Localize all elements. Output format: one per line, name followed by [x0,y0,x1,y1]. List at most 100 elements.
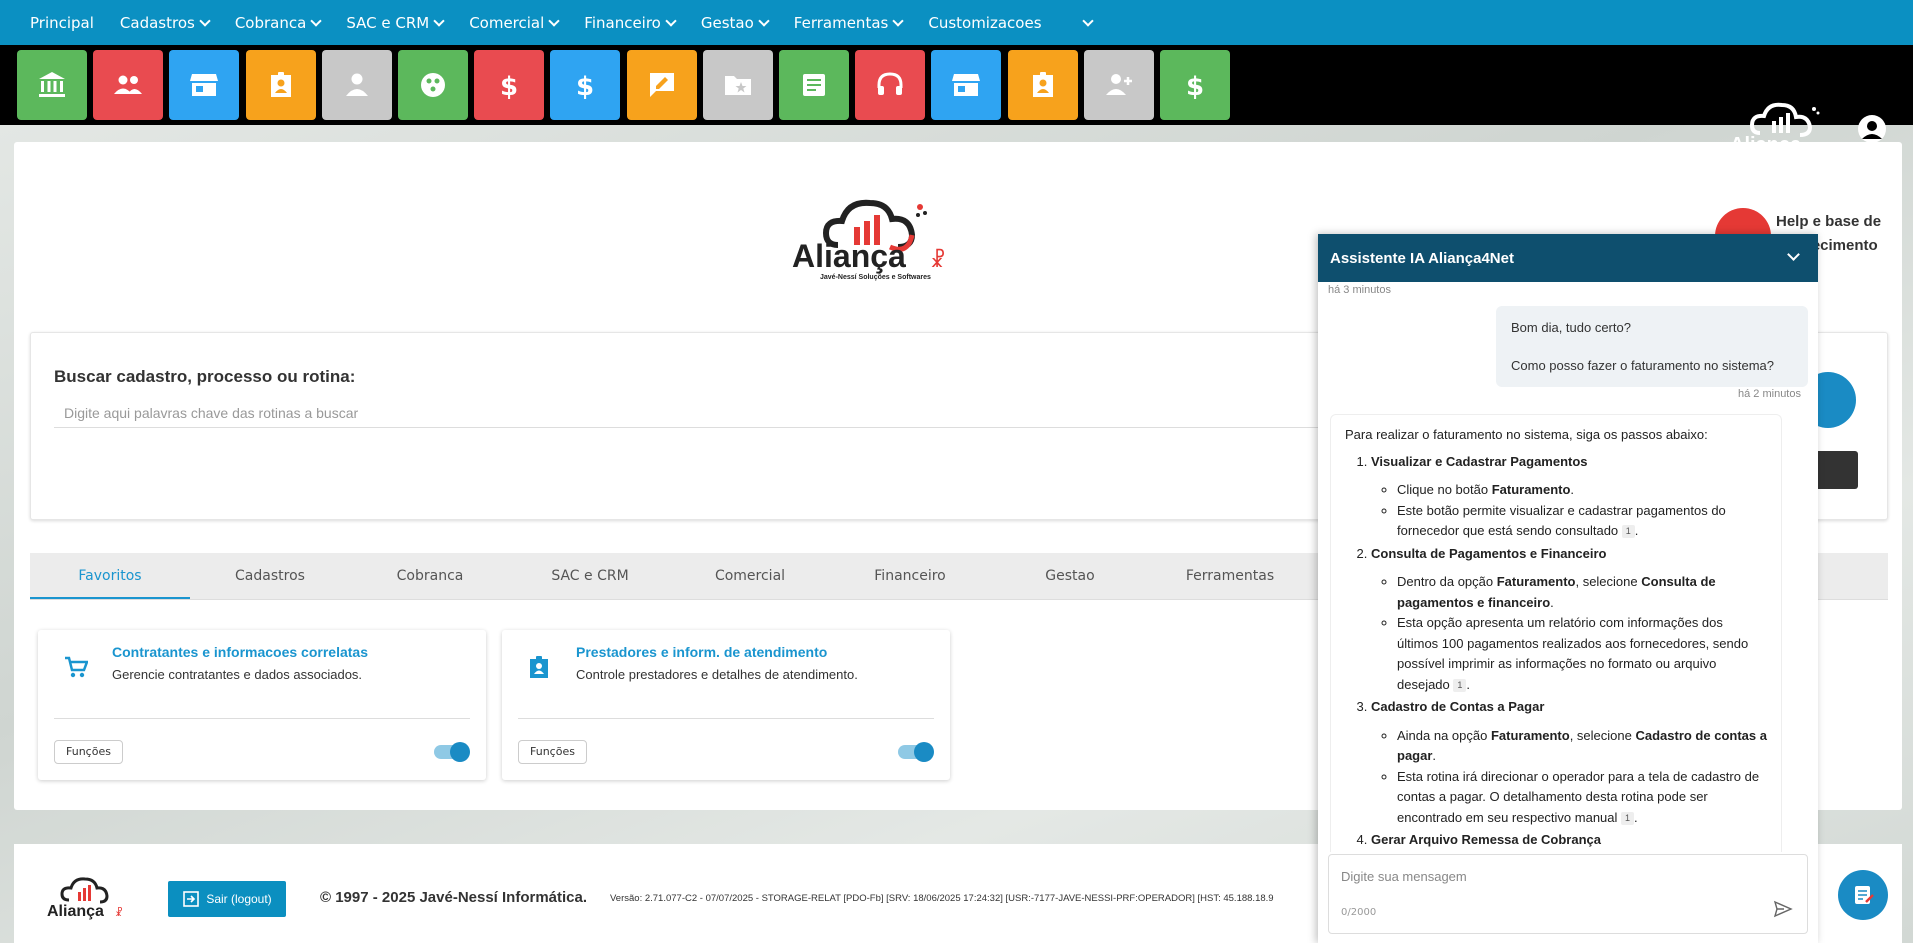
search-title: Buscar cadastro, processo ou rotina: [54,367,356,386]
nav-item-label: Gestao [700,13,754,32]
detail-bold: Faturamento [1491,482,1571,497]
shortcut-tile-hub[interactable] [398,50,468,120]
nav-item-cobranca[interactable]: Cobranca [234,13,322,32]
favorite-description: Controle prestadores e detalhes de atend… [576,667,858,682]
tab-favoritos[interactable]: Favoritos [30,553,190,599]
shortcut-tile-dollar[interactable]: $ [550,50,621,120]
favorite-toggle[interactable] [898,742,934,762]
reference-badge[interactable]: 1 [1621,525,1635,539]
tab-comercial[interactable]: Comercial [670,553,830,599]
main-logo-tagline: Javé-Nessí Soluções e Softwares [820,274,931,281]
favorite-description: Gerencie contratantes e dados associados… [112,667,363,682]
nav-item-principal[interactable]: Principal [30,14,94,32]
nav-item-label: Financeiro [584,13,661,32]
user-message-line: Como posso fazer o faturamento no sistem… [1511,358,1775,373]
favorite-card: Prestadores e inform. de atendimento Cont… [502,630,950,780]
detail-text: . [1466,676,1471,692]
shortcut-tile-folder-star[interactable] [702,50,773,120]
divider [518,718,934,719]
shortcut-tile-article[interactable] [779,50,849,120]
shortcut-tile-badge[interactable] [245,50,316,120]
functions-button[interactable]: Funções [54,740,123,764]
reference-badge[interactable]: 1 [1621,811,1635,825]
favorite-card: Contratantes e informacoes correlatas Ger… [38,630,486,780]
step-title: Gerar Arquivo Remessa de Cobrança [1371,832,1601,847]
svg-text:$: $ [1186,72,1204,102]
copyright: © 1997 - 2025 Javé-Nessí Informática. [320,889,588,906]
nav-item-cadastros[interactable]: Cadastros [119,13,211,32]
nav-item-ferramentas[interactable]: Ferramentas [794,14,905,32]
bank-icon [39,72,65,97]
collapse-chevron-icon[interactable] [1787,248,1800,261]
badge-icon [270,72,291,97]
nav-item-sac-e-crm[interactable]: SAC e CRM [346,14,445,32]
person-icon [345,73,368,96]
user-message-line: Bom dia, tudo certo? [1511,320,1631,335]
shortcut-tile-dollar[interactable]: $ [1160,50,1230,120]
chevron-down-icon [548,14,560,27]
svg-text:$: $ [576,72,594,102]
step-title: Consulta de Pagamentos e Financeiro [1371,545,1607,561]
shortcut-tile-people[interactable] [93,50,164,120]
search-placeholder: Digite aqui palavras chave das rotinas a… [64,404,359,421]
tab-cadastros[interactable]: Cadastros [190,553,350,599]
shortcut-tile-person-add[interactable] [1083,50,1154,120]
user-message: Bom dia, tudo certo? Como posso fazer o … [1496,306,1808,387]
shortcut-tile-store[interactable] [169,50,240,120]
svg-text:Aliança: Aliança [47,903,104,920]
functions-button[interactable]: Funções [518,740,587,764]
chat-message-input[interactable]: Digite sua mensagem 0/2000 [1328,854,1808,934]
assistant-message: Para realizar o faturamento no sistema, … [1330,414,1782,852]
shortcut-tile-headset[interactable] [855,50,926,120]
shortcut-tile-badge[interactable] [1007,50,1078,120]
favorite-title[interactable]: Prestadores e inform. de atendimento [576,644,827,660]
step-details: Dentro da opção Faturamento, selecione C… [1397,572,1767,695]
nav-item-gestao[interactable]: Gestao [700,13,770,32]
nav-item-label: Cobranca [234,13,307,32]
nav-item-customizacoes[interactable]: Customizacoes [928,14,1094,32]
detail-text: . [1634,523,1639,538]
char-counter: 0/2000 [1341,907,1377,918]
step-detail: Esta opção apresenta um relatório com in… [1397,613,1767,695]
chat-edit-icon [1855,886,1874,904]
tab-sac-e-crm[interactable]: SAC e CRM [510,553,670,599]
nav-item-label: Cadastros [119,13,195,32]
nav-item-financeiro[interactable]: Financeiro [584,13,677,32]
shortcut-tile-rate-review[interactable] [626,50,697,120]
cart-icon [65,656,88,678]
chevron-down-icon [758,14,770,27]
detail-bold: Faturamento [1490,727,1570,743]
favorite-toggle[interactable] [434,742,470,762]
message-timestamp: há 3 minutos [1328,284,1391,296]
badge-icon [530,656,548,678]
tab-ferramentas[interactable]: Ferramentas [1150,553,1310,599]
step-detail: Dentro da opção Faturamento, selecione C… [1397,572,1767,613]
chat-messages[interactable]: há 3 minutos Bom dia, tudo certo? Como p… [1318,282,1818,852]
shortcut-tile-person[interactable] [321,50,392,120]
chat-fab-button[interactable] [1838,870,1888,920]
shortcut-toolbar: Aliança Javé-Nessí Soluções e Softwares … [0,45,1913,163]
shortcut-tile-bank[interactable] [17,50,87,120]
chat-input-placeholder: Digite sua mensagem [1341,869,1467,884]
store-icon [190,74,219,96]
detail-text: . [1432,748,1437,763]
step-detail: Clique no botão Faturamento. [1397,480,1767,501]
dollar-icon: $ [576,72,594,102]
search-input[interactable]: Digite aqui palavras chave das rotinas a… [54,398,1404,428]
logout-button[interactable]: Sair (logout) [168,881,286,917]
person-add-icon [1105,74,1132,95]
user-account-icon[interactable] [1858,115,1886,143]
tab-cobranca[interactable]: Cobranca [350,553,510,599]
tab-gestao[interactable]: Gestao [990,553,1150,599]
tab-financeiro[interactable]: Financeiro [830,553,990,599]
favorite-title[interactable]: Contratantes e informacoes correlatas [112,644,368,660]
send-icon[interactable] [1773,899,1793,919]
chevron-down-icon [433,14,445,27]
step-item: Cadastro de Contas a Pagar Ainda na opção… [1371,697,1767,828]
nav-item-comercial[interactable]: Comercial [469,14,560,32]
reference-badge[interactable]: 1 [1453,678,1467,692]
shortcut-tile-dollar[interactable]: $ [474,50,545,120]
article-icon [803,74,825,96]
headset-icon [877,72,903,95]
shortcut-tile-store[interactable] [931,50,1002,120]
